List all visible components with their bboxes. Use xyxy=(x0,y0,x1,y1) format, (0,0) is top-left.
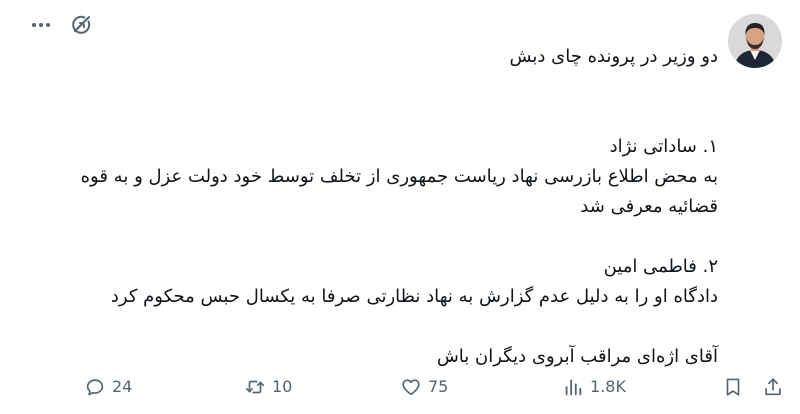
bookmark-icon xyxy=(726,378,740,396)
post-top-actions xyxy=(28,13,94,37)
item1-line1: به محض اطلاع بازرسی نهاد ریاست جمهوری از… xyxy=(80,166,718,187)
share-icon xyxy=(765,378,781,396)
avatar[interactable] xyxy=(728,14,782,68)
item1-heading: ۱. ساداتی نژاد xyxy=(609,136,718,157)
item2-line1: دادگاه او را به دلیل عدم گزارش به نهاد ن… xyxy=(110,286,718,307)
like-count: 75 xyxy=(428,377,449,396)
reply-count: 24 xyxy=(112,377,133,396)
views-icon xyxy=(565,379,582,396)
item1-line2: قضائیه معرفی شد xyxy=(580,196,718,217)
bookmark-button[interactable] xyxy=(722,373,744,401)
reply-button[interactable]: 24 xyxy=(84,373,132,401)
views-count: 1.8K xyxy=(590,377,626,396)
item2-heading: ۲. فاطمی امین xyxy=(603,256,718,277)
like-button[interactable]: 75 xyxy=(400,373,448,401)
closing-line: آقای اژه‌ای مراقب آبروی دیگران باش xyxy=(436,346,718,367)
like-icon xyxy=(402,379,420,396)
repost-count: 10 xyxy=(272,377,293,396)
repost-button[interactable]: 10 xyxy=(244,373,292,401)
share-button[interactable] xyxy=(762,373,784,401)
reply-icon xyxy=(86,379,104,396)
repost-icon xyxy=(245,380,265,394)
post: دو وزیر در پرونده چای دبش ۱. ساداتی نژاد… xyxy=(0,0,800,414)
post-title-line: دو وزیر در پرونده چای دبش xyxy=(509,46,718,67)
action-bar: 24 10 75 1.8K xyxy=(0,370,800,404)
grok-icon[interactable] xyxy=(68,13,94,37)
views-button[interactable]: 1.8K xyxy=(562,373,626,401)
post-text: دو وزیر در پرونده چای دبش ۱. ساداتی نژاد… xyxy=(28,42,718,372)
more-icon[interactable] xyxy=(28,13,54,37)
